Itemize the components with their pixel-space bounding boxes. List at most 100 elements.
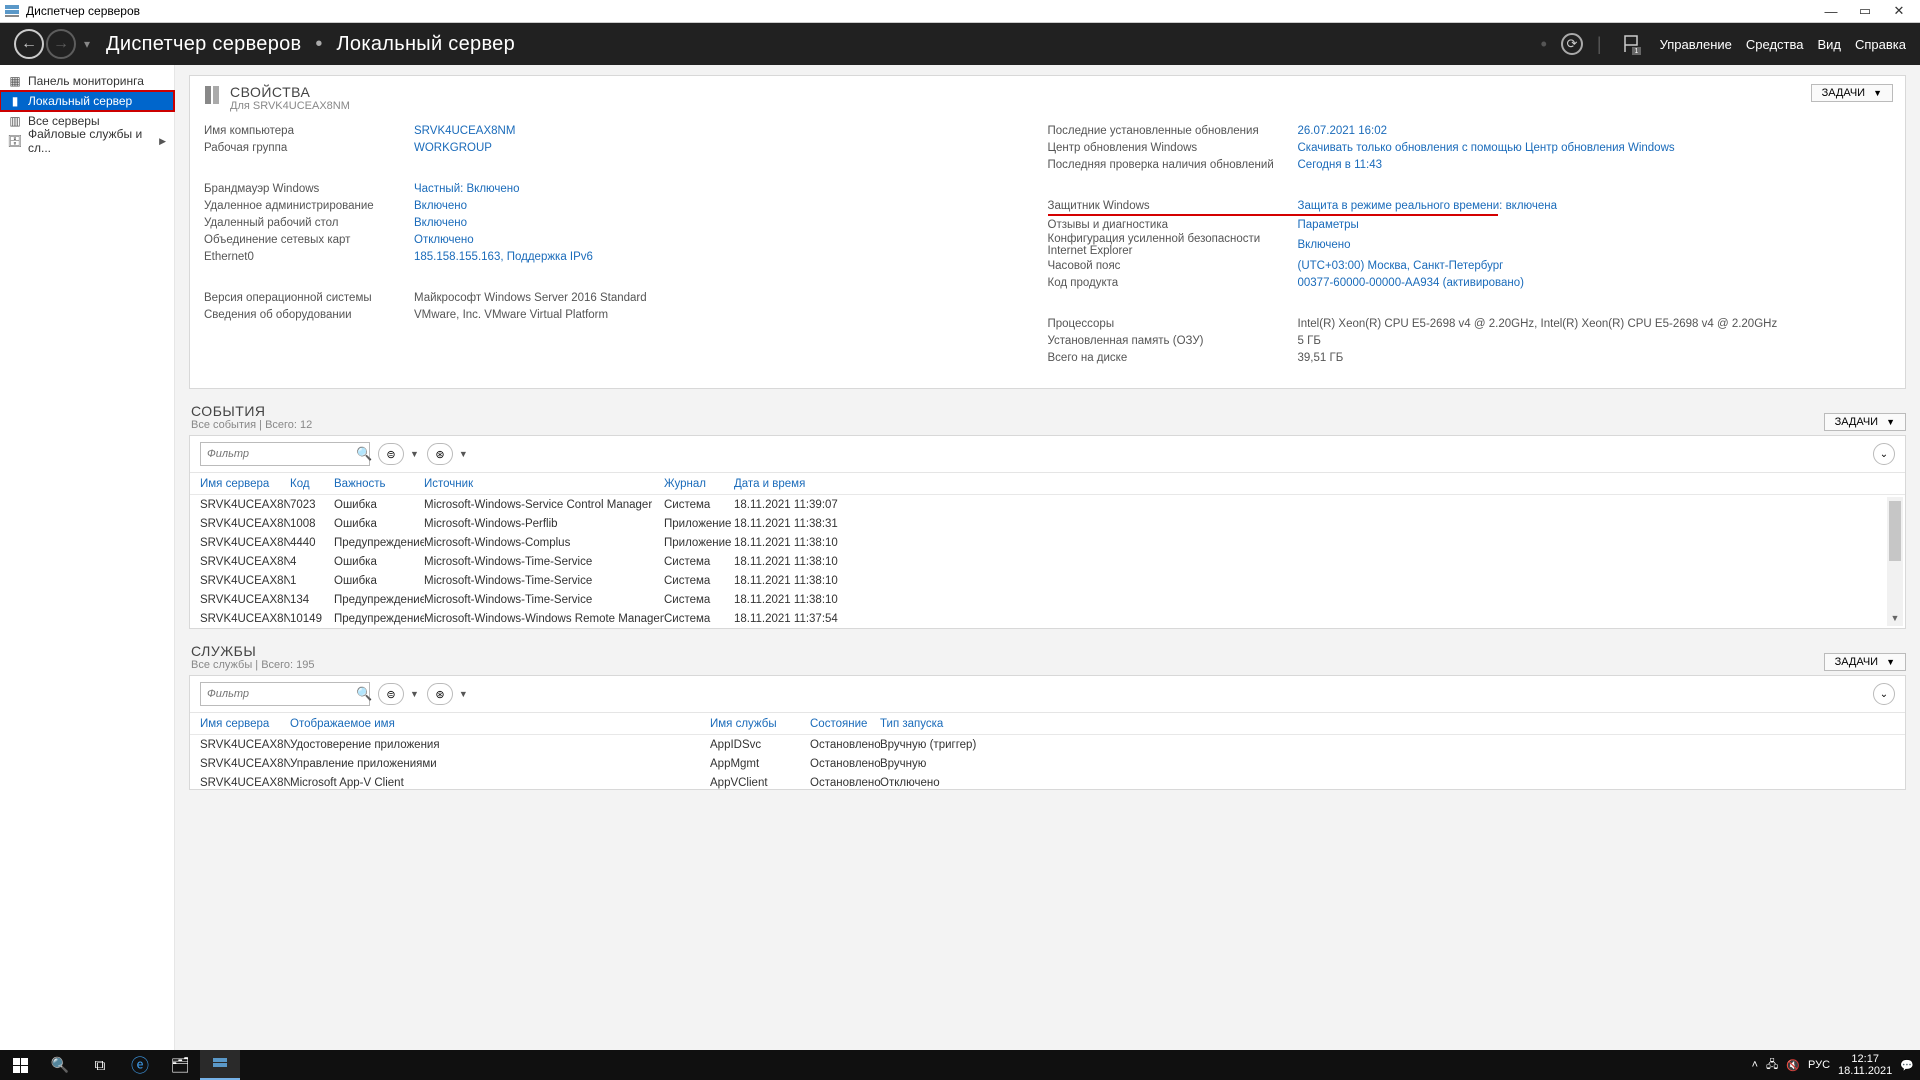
- table-row[interactable]: SRVK4UCEAX8NMMicrosoft App-V ClientAppVC…: [190, 773, 1905, 789]
- clock[interactable]: 12:17 18.11.2021: [1838, 1053, 1892, 1077]
- start-button[interactable]: [0, 1050, 40, 1080]
- view-menu[interactable]: Вид: [1817, 37, 1841, 52]
- help-menu[interactable]: Справка: [1855, 37, 1906, 52]
- property-value[interactable]: WORKGROUP: [414, 142, 492, 154]
- sidebar-item-dashboard[interactable]: ▦ Панель мониторинга: [0, 71, 174, 91]
- explorer-icon[interactable]: 🗂: [160, 1050, 200, 1080]
- property-label: Отзывы и диагностика: [1048, 219, 1298, 231]
- services-tasks-button[interactable]: ЗАДАЧИ▼: [1824, 653, 1906, 671]
- maximize-button[interactable]: ▭: [1848, 0, 1882, 22]
- table-row[interactable]: SRVK4UCEAX8NM7023ОшибкаMicrosoft-Windows…: [190, 495, 1905, 514]
- table-row[interactable]: SRVK4UCEAX8NM4440ПредупреждениеMicrosoft…: [190, 533, 1905, 552]
- property-value[interactable]: 26.07.2021 16:02: [1298, 125, 1388, 137]
- language-indicator[interactable]: РУС: [1808, 1059, 1830, 1071]
- breadcrumb-root[interactable]: Диспетчер серверов: [106, 33, 301, 55]
- property-value[interactable]: Включено: [414, 200, 467, 212]
- col-server[interactable]: Имя сервера: [200, 718, 290, 730]
- table-row[interactable]: SRVK4UCEAX8NM10149ПредупреждениеMicrosof…: [190, 609, 1905, 628]
- ie-icon[interactable]: ⓔ: [120, 1050, 160, 1080]
- search-icon[interactable]: 🔍: [356, 446, 372, 462]
- property-value[interactable]: Сегодня в 11:43: [1298, 159, 1383, 171]
- property-value[interactable]: Включено: [1298, 239, 1351, 251]
- cell-datetime: 18.11.2021 11:38:10: [734, 537, 884, 549]
- property-value[interactable]: Отключено: [414, 234, 474, 246]
- table-row[interactable]: SRVK4UCEAX8NM1008ОшибкаMicrosoft-Windows…: [190, 514, 1905, 533]
- dropdown-chevron-icon[interactable]: ▾: [84, 37, 90, 51]
- events-filter-input[interactable]: 🔍: [200, 442, 370, 466]
- chevron-down-icon[interactable]: ▼: [459, 449, 468, 459]
- cell-start: Вручную: [880, 758, 1030, 770]
- col-svcname[interactable]: Имя службы: [710, 718, 810, 730]
- cell-datetime: 18.11.2021 11:38:10: [734, 594, 884, 606]
- sidebar-item-local-server[interactable]: ▮ Локальный сервер: [0, 91, 174, 111]
- property-value[interactable]: Частный: Включено: [414, 183, 520, 195]
- filter-options-button[interactable]: ⊜: [378, 683, 404, 705]
- scroll-down-icon[interactable]: ▼: [1887, 610, 1903, 626]
- col-start[interactable]: Тип запуска: [880, 718, 1030, 730]
- cell-datetime: 18.11.2021 11:37:54: [734, 613, 884, 625]
- table-row[interactable]: SRVK4UCEAX8NM1ОшибкаMicrosoft-Windows-Ti…: [190, 571, 1905, 590]
- notification-flag-icon[interactable]: 1: [1616, 29, 1646, 59]
- property-value[interactable]: Включено: [414, 217, 467, 229]
- filter-field[interactable]: [201, 448, 356, 460]
- property-value[interactable]: (UTC+03:00) Москва, Санкт-Петербург: [1298, 260, 1504, 272]
- tools-menu[interactable]: Средства: [1746, 37, 1804, 52]
- action-center-icon[interactable]: 💬: [1900, 1059, 1914, 1072]
- chevron-down-icon[interactable]: ▼: [410, 689, 419, 699]
- task-view-button[interactable]: ⧉: [80, 1050, 120, 1080]
- network-icon[interactable]: 🖧: [1766, 1056, 1778, 1075]
- events-tasks-button[interactable]: ЗАДАЧИ▼: [1824, 413, 1906, 431]
- minimize-button[interactable]: —: [1814, 0, 1848, 22]
- filter-field[interactable]: [201, 688, 356, 700]
- tasks-button[interactable]: ЗАДАЧИ▼: [1811, 84, 1893, 102]
- col-journal[interactable]: Журнал: [664, 478, 734, 490]
- table-row[interactable]: SRVK4UCEAX8NMУдостоверение приложенияApp…: [190, 735, 1905, 754]
- col-datetime[interactable]: Дата и время: [734, 478, 884, 490]
- scroll-thumb[interactable]: [1889, 501, 1901, 561]
- col-severity[interactable]: Важность: [334, 478, 424, 490]
- property-value[interactable]: Скачивать только обновления с помощью Це…: [1298, 142, 1675, 154]
- tray-chevron-icon[interactable]: ˄: [1752, 1059, 1758, 1071]
- cell-journal: Система: [664, 499, 734, 511]
- sidebar-item-file-services[interactable]: 🗄 Файловые службы и сл... ▶: [0, 131, 174, 151]
- events-title: СОБЫТИЯ: [189, 403, 1824, 419]
- col-display[interactable]: Отображаемое имя: [290, 718, 710, 730]
- property-value[interactable]: 00377-60000-00000-AA934 (активировано): [1298, 277, 1525, 289]
- expand-button[interactable]: ⌄: [1873, 683, 1895, 705]
- filter-tags-button[interactable]: ⊛: [427, 443, 453, 465]
- chevron-down-icon[interactable]: ▼: [459, 689, 468, 699]
- servers-icon: ▥: [8, 114, 22, 128]
- property-value[interactable]: SRVK4UCEAX8NM: [414, 125, 515, 137]
- filter-tags-button[interactable]: ⊛: [427, 683, 453, 705]
- cell-source: Microsoft-Windows-Time-Service: [424, 556, 664, 568]
- property-label: Установленная память (ОЗУ): [1048, 335, 1298, 347]
- col-server[interactable]: Имя сервера: [200, 478, 290, 490]
- events-scrollbar[interactable]: ▲ ▼: [1887, 497, 1903, 626]
- services-panel: 🔍 ⊜ ▼ ⊛ ▼ ⌄ Имя сервера Отображаемое имя…: [189, 675, 1906, 790]
- chevron-down-icon[interactable]: ▼: [410, 449, 419, 459]
- expand-button[interactable]: ⌄: [1873, 443, 1895, 465]
- col-code[interactable]: Код: [290, 478, 334, 490]
- back-button[interactable]: ←: [14, 29, 44, 59]
- property-row: Последние установленные обновления26.07.…: [1048, 122, 1892, 139]
- col-source[interactable]: Источник: [424, 478, 664, 490]
- search-icon[interactable]: 🔍: [356, 686, 372, 702]
- table-row[interactable]: SRVK4UCEAX8NM134ПредупреждениеMicrosoft-…: [190, 590, 1905, 609]
- property-value[interactable]: 185.158.155.163, Поддержка IPv6: [414, 251, 593, 263]
- table-row[interactable]: SRVK4UCEAX8NM4ОшибкаMicrosoft-Windows-Ti…: [190, 552, 1905, 571]
- close-button[interactable]: ✕: [1882, 0, 1916, 22]
- manage-menu[interactable]: Управление: [1660, 37, 1732, 52]
- forward-button[interactable]: →: [46, 29, 76, 59]
- cell-severity: Ошибка: [334, 575, 424, 587]
- search-button[interactable]: 🔍: [40, 1050, 80, 1080]
- refresh-icon[interactable]: ⟳: [1561, 33, 1583, 55]
- filter-options-button[interactable]: ⊜: [378, 443, 404, 465]
- server-manager-taskbar-icon[interactable]: [200, 1050, 240, 1080]
- table-row[interactable]: SRVK4UCEAX8NMУправление приложениямиAppM…: [190, 754, 1905, 773]
- property-row: Удаленное администрированиеВключено: [204, 197, 1048, 214]
- services-filter-input[interactable]: 🔍: [200, 682, 370, 706]
- property-value[interactable]: Параметры: [1298, 219, 1359, 231]
- col-state[interactable]: Состояние: [810, 718, 880, 730]
- volume-icon[interactable]: 🔇: [1786, 1059, 1800, 1072]
- property-value[interactable]: Защита в режиме реального времени: включ…: [1298, 200, 1558, 212]
